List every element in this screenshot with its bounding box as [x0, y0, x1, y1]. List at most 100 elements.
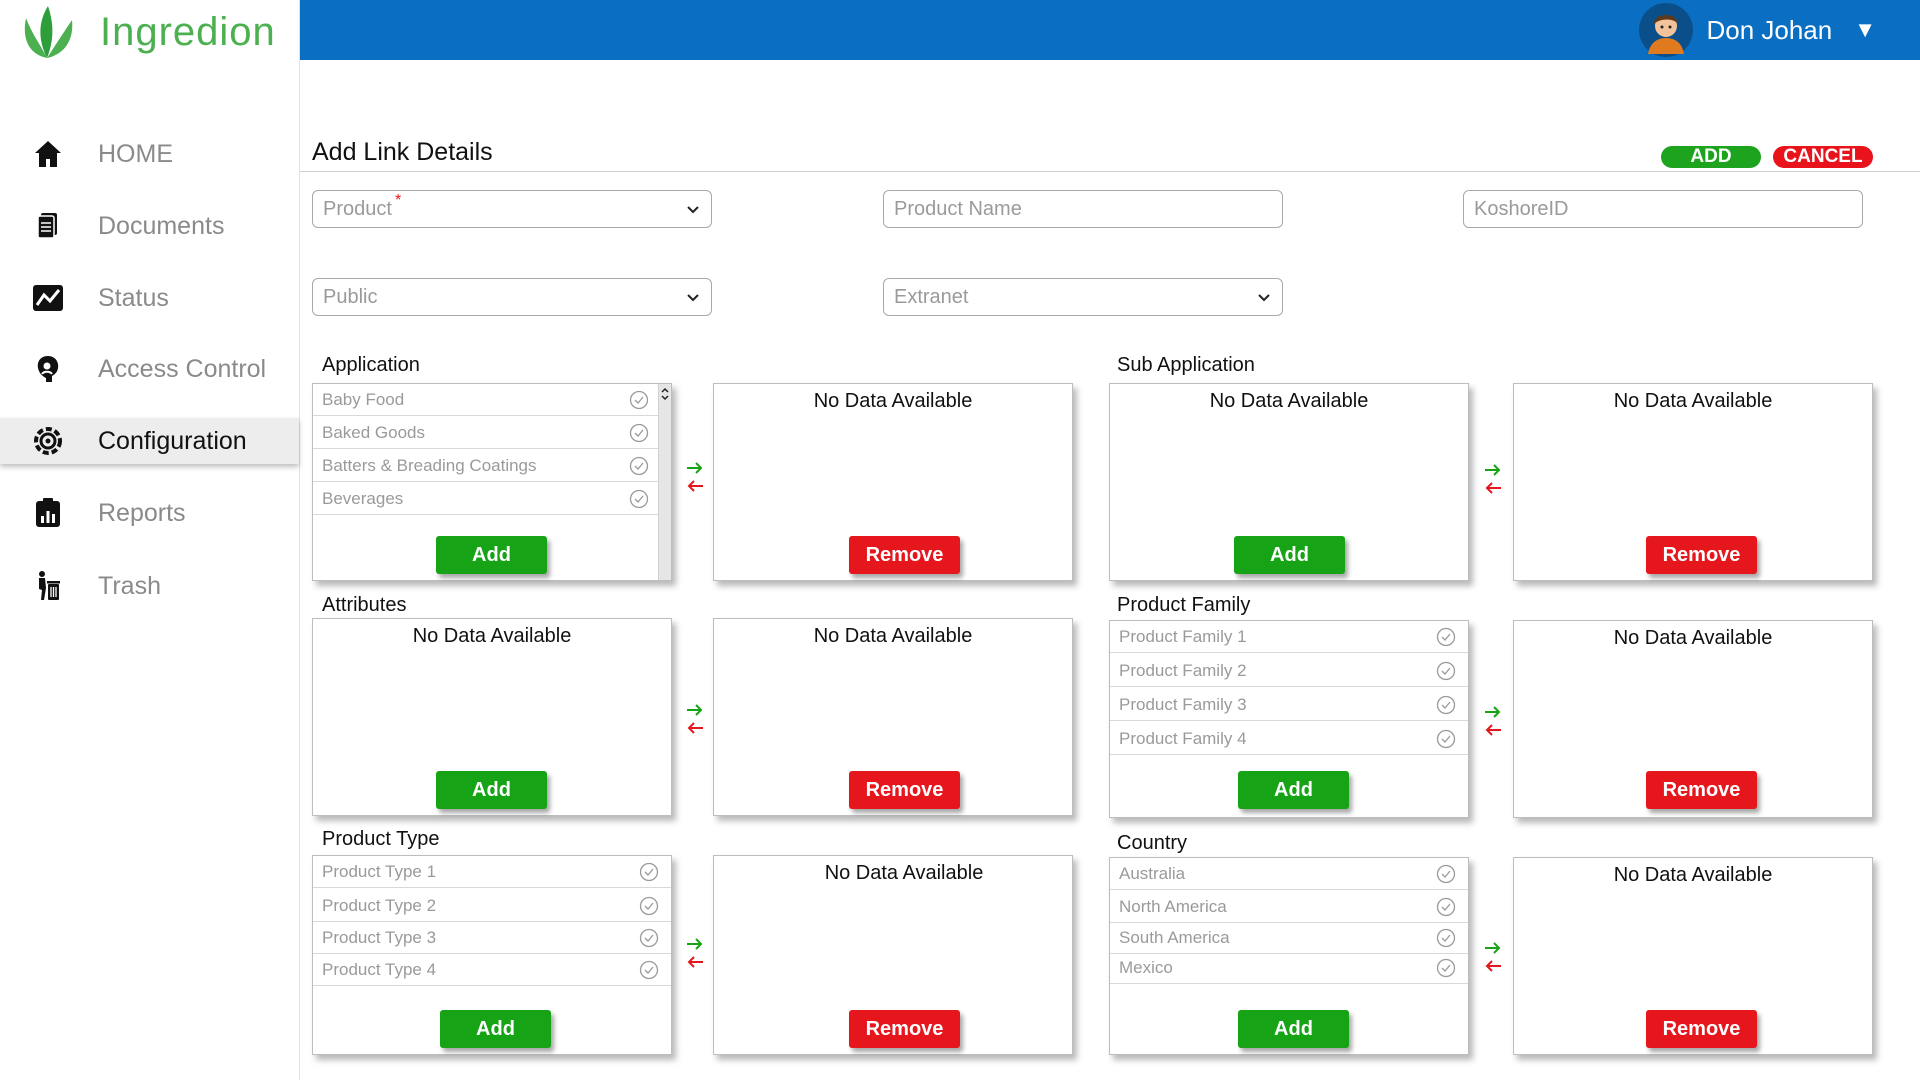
application-label: Application — [322, 354, 420, 376]
transfer-arrows-icon[interactable] — [1483, 464, 1503, 500]
list-item[interactable]: Product Family 1 — [1110, 621, 1468, 653]
attributes-add-button[interactable]: Add — [436, 771, 547, 809]
check-circle-icon[interactable] — [1436, 897, 1456, 917]
check-circle-icon[interactable] — [629, 489, 649, 509]
country-selected-list: No Data Available Remove — [1513, 857, 1873, 1055]
user-menu[interactable]: Don Johan ▼ — [1638, 2, 1876, 58]
sidebar-item-label: Reports — [98, 498, 186, 527]
caret-down-icon[interactable]: ▼ — [1854, 17, 1876, 43]
transfer-arrows-icon[interactable] — [685, 938, 705, 974]
sidebar-item-trash[interactable]: Trash — [0, 563, 299, 609]
application-add-button[interactable]: Add — [436, 536, 547, 574]
attributes-remove-button[interactable]: Remove — [849, 771, 960, 809]
check-circle-icon[interactable] — [1436, 928, 1456, 948]
check-circle-icon[interactable] — [629, 390, 649, 410]
list-item[interactable]: Baby Food — [313, 384, 661, 416]
cancel-button[interactable]: CANCEL — [1773, 146, 1873, 168]
product-placeholder: Product — [323, 197, 392, 220]
sidebar-item-documents[interactable]: Documents — [0, 203, 299, 249]
no-data-text: No Data Available — [813, 390, 973, 412]
list-item-label: Baby Food — [322, 389, 405, 409]
check-circle-icon[interactable] — [1436, 958, 1456, 978]
sidebar-item-reports[interactable]: Reports — [0, 490, 299, 536]
sidebar-item-configuration[interactable]: Configuration — [0, 418, 299, 464]
page-title: Add Link Details — [312, 138, 493, 166]
check-circle-icon[interactable] — [1436, 695, 1456, 715]
sidebar-item-status[interactable]: Status — [0, 275, 299, 321]
check-circle-icon[interactable] — [629, 423, 649, 443]
sidebar-item-label: Trash — [98, 571, 161, 600]
check-circle-icon[interactable] — [1436, 729, 1456, 749]
network-select[interactable]: Extranet — [883, 278, 1283, 316]
product-family-add-button[interactable]: Add — [1238, 771, 1349, 809]
list-item[interactable]: Baked Goods — [313, 417, 661, 449]
trash-icon — [33, 571, 63, 601]
product-select[interactable]: Product * — [312, 190, 712, 228]
check-circle-icon[interactable] — [629, 456, 649, 476]
product-family-list: Product Family 1 Product Family 2 Produc… — [1109, 620, 1469, 818]
check-circle-icon[interactable] — [639, 862, 659, 882]
koshore-id-placeholder: KoshoreID — [1474, 197, 1569, 220]
home-icon — [33, 139, 63, 169]
reports-icon — [33, 498, 63, 528]
list-item[interactable]: Product Type 4 — [313, 954, 671, 986]
list-item[interactable]: Product Type 2 — [313, 890, 671, 922]
list-item[interactable]: Product Family 2 — [1110, 655, 1468, 687]
check-circle-icon[interactable] — [639, 960, 659, 980]
transfer-arrows-icon[interactable] — [685, 462, 705, 498]
koshore-id-field[interactable]: KoshoreID — [1463, 190, 1863, 228]
sidebar-item-home[interactable]: HOME — [0, 131, 299, 177]
sub-application-selected-list: No Data Available Remove — [1513, 383, 1873, 581]
check-circle-icon[interactable] — [1436, 661, 1456, 681]
check-circle-icon[interactable] — [639, 928, 659, 948]
sidebar-item-access-control[interactable]: Access Control — [0, 346, 299, 392]
list-item-label: Mexico — [1119, 957, 1173, 977]
product-family-remove-button[interactable]: Remove — [1646, 771, 1757, 809]
list-item[interactable]: Australia — [1110, 858, 1468, 890]
leaf-logo-icon — [24, 6, 73, 58]
list-item[interactable]: Mexico — [1110, 952, 1468, 984]
no-data-text: No Data Available — [412, 625, 572, 647]
attributes-label: Attributes — [322, 594, 407, 616]
application-selected-list: No Data Available Remove — [713, 383, 1073, 581]
list-item[interactable]: North America — [1110, 891, 1468, 923]
scrollbar[interactable] — [658, 384, 671, 580]
list-item-label: Product Family 2 — [1119, 660, 1247, 680]
sidebar: Ingredion HOME Documents Status Access C… — [0, 0, 300, 1080]
product-name-field[interactable]: Product Name — [883, 190, 1283, 228]
no-data-text: No Data Available — [824, 862, 984, 884]
product-type-remove-button[interactable]: Remove — [849, 1010, 960, 1048]
transfer-arrows-icon[interactable] — [685, 704, 705, 740]
product-type-selected-list: No Data Available Remove — [713, 855, 1073, 1055]
sub-application-remove-button[interactable]: Remove — [1646, 536, 1757, 574]
list-item-label: Product Type 3 — [322, 927, 437, 947]
required-mark: * — [394, 192, 402, 209]
list-item[interactable]: Product Type 1 — [313, 856, 671, 888]
list-item-label: Product Family 4 — [1119, 728, 1247, 748]
list-item[interactable]: South America — [1110, 922, 1468, 954]
transfer-arrows-icon[interactable] — [1483, 942, 1503, 978]
brand-name: Ingredion — [100, 9, 276, 54]
brand-logo: Ingredion — [18, 4, 276, 60]
list-item[interactable]: Beverages — [313, 483, 661, 515]
list-item[interactable]: Product Family 3 — [1110, 689, 1468, 721]
check-circle-icon[interactable] — [1436, 864, 1456, 884]
sub-application-add-button[interactable]: Add — [1234, 536, 1345, 574]
check-circle-icon[interactable] — [1436, 627, 1456, 647]
list-item[interactable]: Product Type 3 — [313, 922, 671, 954]
product-family-label: Product Family — [1117, 594, 1251, 616]
check-circle-icon[interactable] — [639, 896, 659, 916]
product-name-placeholder: Product Name — [894, 197, 1022, 220]
list-item[interactable]: Product Family 4 — [1110, 723, 1468, 755]
product-type-add-button[interactable]: Add — [440, 1010, 551, 1048]
visibility-select[interactable]: Public — [312, 278, 712, 316]
list-item[interactable]: Batters & Breading Coatings — [313, 450, 661, 482]
country-remove-button[interactable]: Remove — [1646, 1010, 1757, 1048]
transfer-arrows-icon[interactable] — [1483, 706, 1503, 742]
network-value: Extranet — [894, 285, 969, 308]
application-remove-button[interactable]: Remove — [849, 536, 960, 574]
list-item-label: North America — [1119, 896, 1227, 916]
add-button[interactable]: ADD — [1661, 146, 1761, 168]
scroll-arrows-icon[interactable] — [659, 386, 671, 402]
country-add-button[interactable]: Add — [1238, 1010, 1349, 1048]
